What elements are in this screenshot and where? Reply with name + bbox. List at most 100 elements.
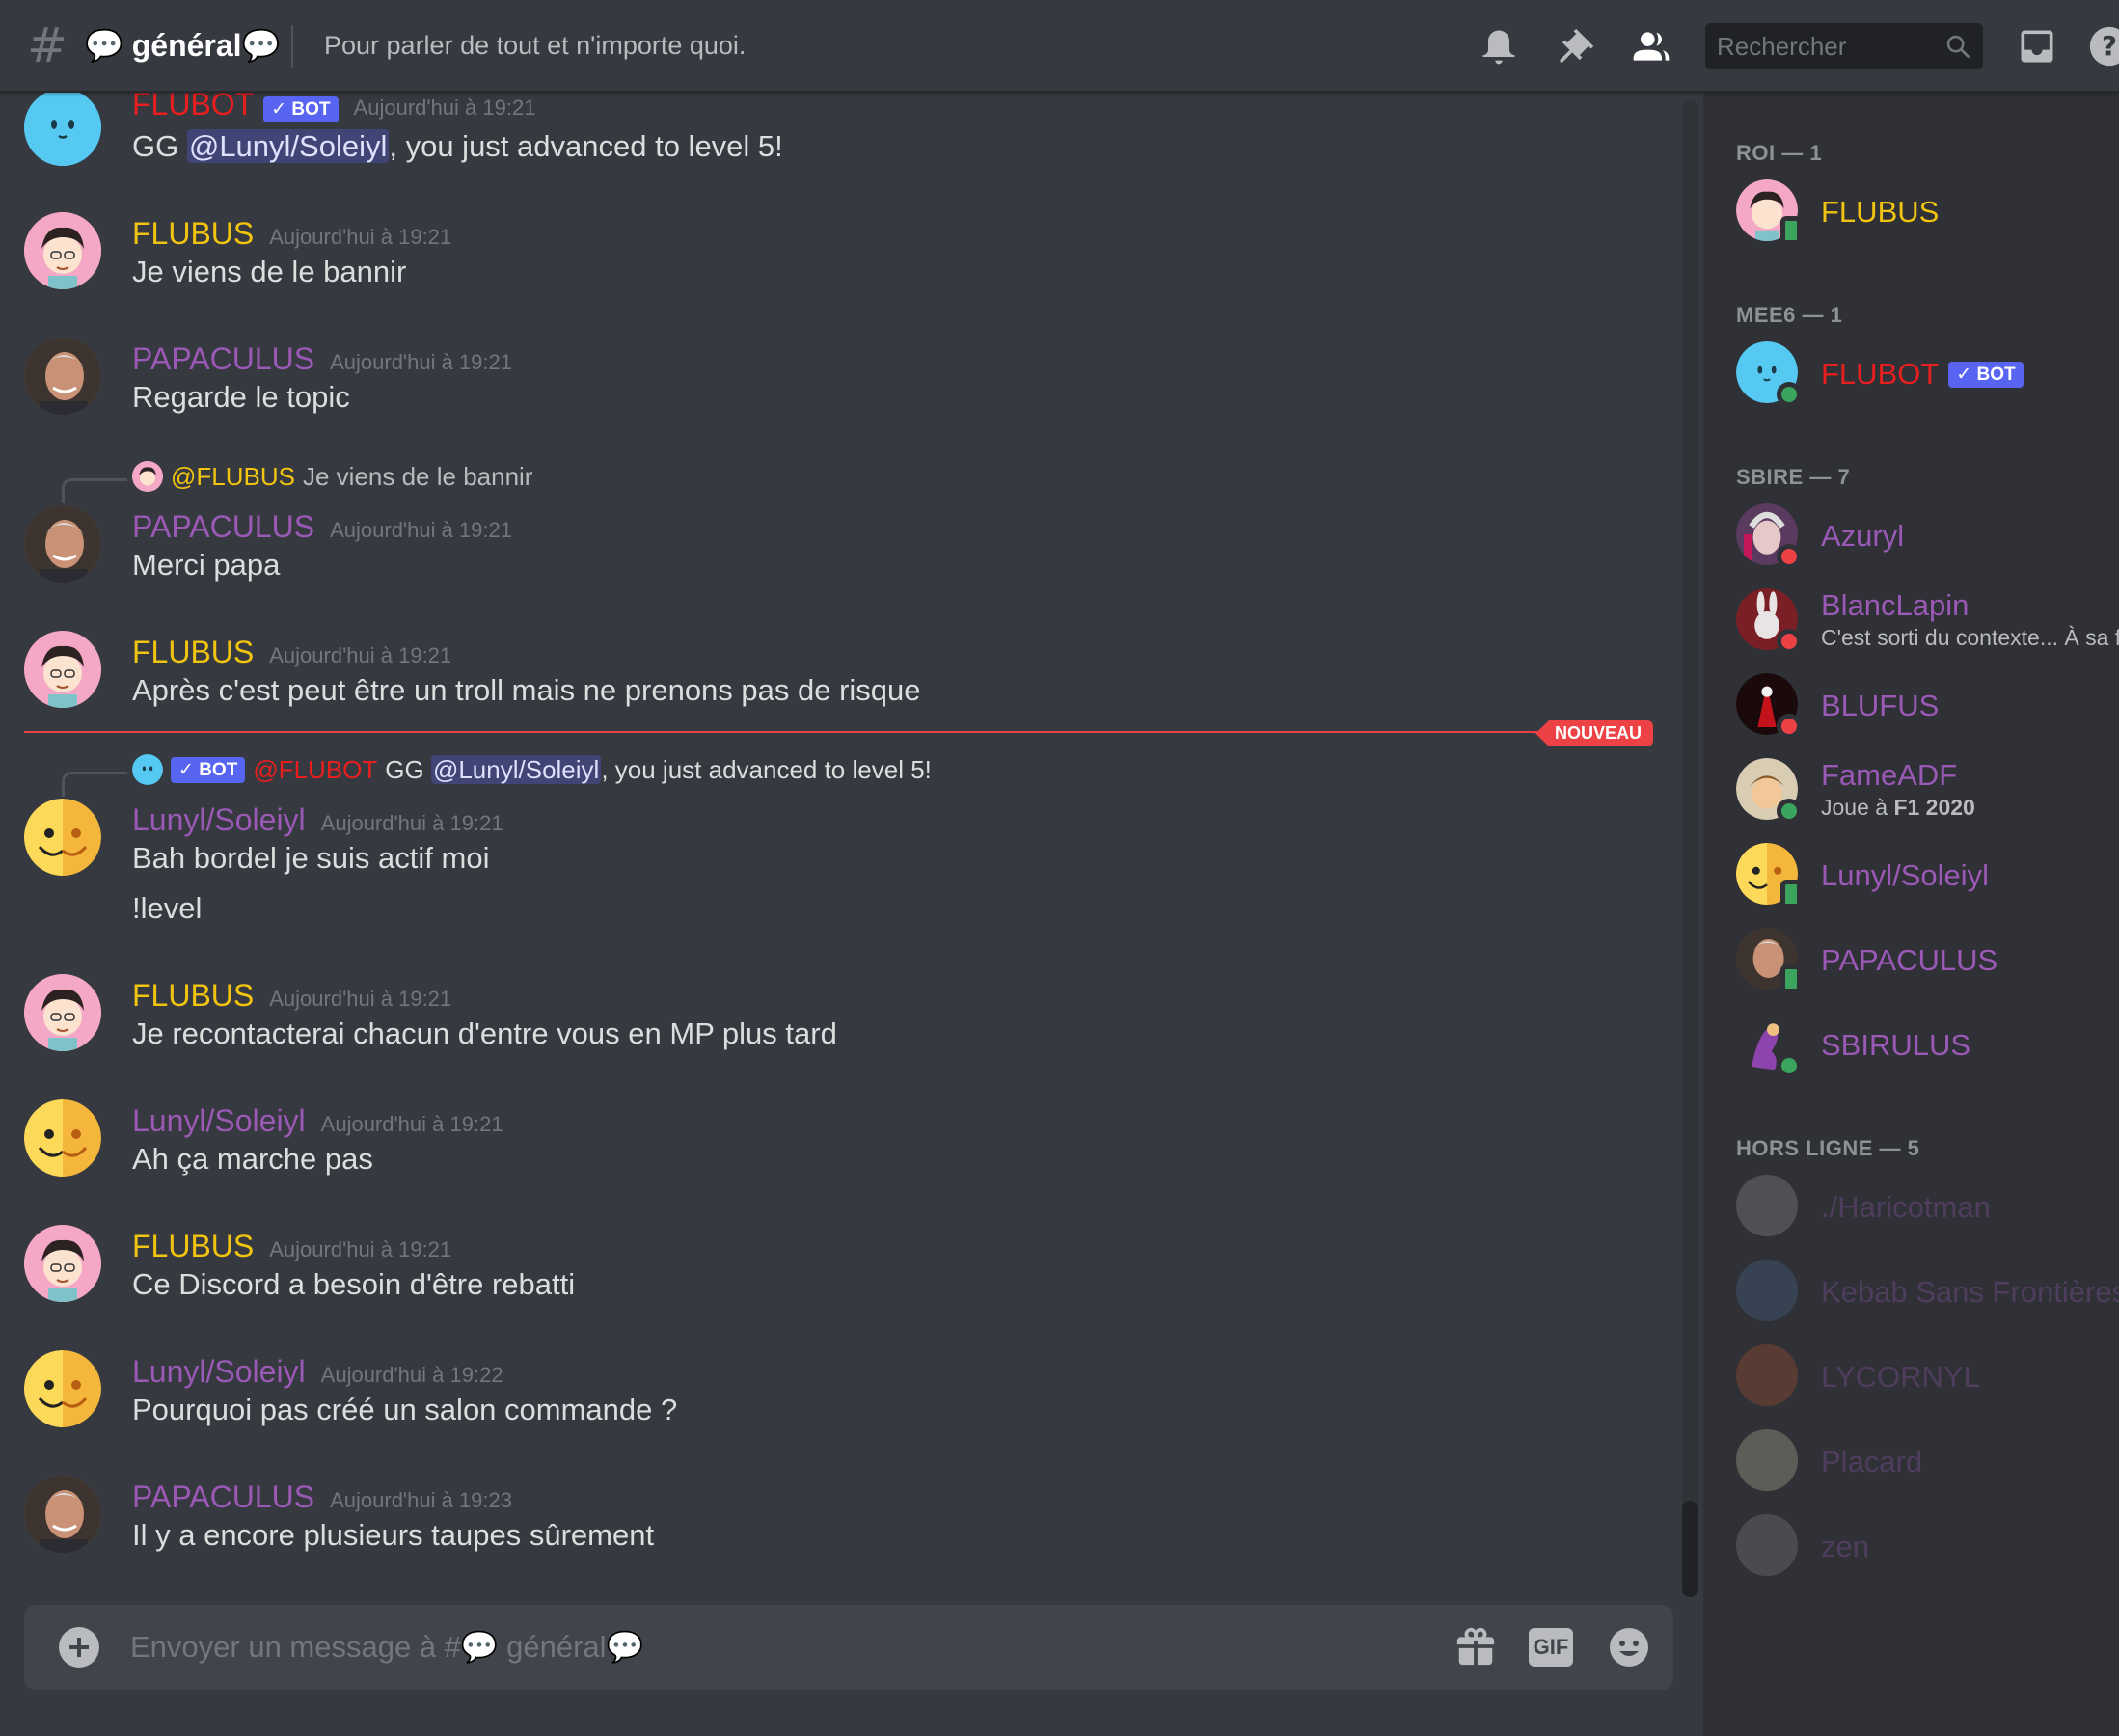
username[interactable]: Lunyl/Soleiyl (132, 1354, 306, 1390)
reply-avatar (132, 754, 163, 785)
avatar (1736, 1514, 1798, 1576)
user-mention[interactable]: @Lunyl/Soleiyl (430, 754, 602, 784)
username[interactable]: Lunyl/Soleiyl (132, 1103, 306, 1139)
username[interactable]: FLUBUS (132, 216, 254, 252)
message-text: Je viens de le bannir (132, 255, 407, 288)
username[interactable]: PAPACULUS (132, 1479, 314, 1515)
photo-face-icon (24, 338, 101, 415)
member-kebab-sans-frontieres[interactable]: Kebab Sans Frontières (1736, 1260, 2119, 1327)
username[interactable]: PAPACULUS (132, 509, 314, 545)
cartoon-face-icon (24, 631, 101, 708)
reply-text: GG @Lunyl/Soleiyl, you just advanced to … (385, 754, 932, 784)
avatar[interactable] (24, 631, 101, 708)
member-azuryl[interactable]: Azuryl (1736, 503, 2119, 571)
message-header: Lunyl/Soleiyl Aujourd'hui à 19:21 (132, 802, 503, 838)
dnd-status-icon (1777, 544, 1802, 569)
add-attachment-button[interactable] (59, 1627, 99, 1668)
bot-badge: ✓ BOT (1948, 362, 2024, 388)
online-status-icon (1777, 1053, 1802, 1078)
dnd-status-icon (1777, 714, 1802, 739)
member-flubus[interactable]: FLUBUS (1736, 179, 2119, 247)
role-header: SBIRE — 7 (1736, 465, 1851, 489)
search-box[interactable] (1705, 23, 1983, 69)
avatar[interactable] (24, 974, 101, 1051)
reply-author[interactable]: @FLUBUS (171, 462, 295, 492)
username[interactable]: Lunyl/Soleiyl (132, 802, 306, 838)
timestamp: Aujourd'hui à 19:23 (330, 1488, 512, 1512)
username[interactable]: FLUBUS (132, 978, 254, 1014)
member-flubot[interactable]: FLUBOT ✓ BOT (1736, 341, 2119, 409)
mobile-status-icon (1780, 880, 1802, 909)
pin-icon[interactable] (1555, 25, 1597, 68)
timestamp: Aujourd'hui à 19:21 (269, 987, 452, 1011)
new-messages-badge: NOUVEAU (1535, 720, 1654, 746)
reply-preview[interactable]: ✓ BOT @FLUBOT GG @Lunyl/Soleiyl, you jus… (132, 754, 932, 785)
avatar[interactable] (24, 799, 101, 876)
timestamp: Aujourd'hui à 19:21 (320, 811, 503, 835)
reply-preview[interactable]: @FLUBUS Je viens de le bannir (132, 461, 532, 492)
bell-icon[interactable] (1478, 25, 1520, 68)
gift-icon[interactable] (1453, 1624, 1498, 1668)
member-fameadf[interactable]: FameADF Joue à F1 2020 (1736, 758, 2119, 826)
custom-status: C'est sorti du contexte... À sa f... (1821, 625, 2119, 650)
avatar[interactable] (24, 93, 101, 166)
member-name: ./Haricotman (1821, 1190, 1991, 1224)
avatar[interactable] (24, 338, 101, 415)
username[interactable]: FLUBUS (132, 635, 254, 670)
members-icon[interactable] (1630, 25, 1672, 68)
message-input[interactable] (130, 1626, 1384, 1668)
username[interactable]: FLUBOT (132, 93, 254, 122)
member-name: FLUBUS (1821, 195, 1940, 229)
avatar[interactable] (24, 1099, 101, 1177)
activity-status: Joue à F1 2020 (1821, 795, 1975, 820)
message-header: PAPACULUS Aujourd'hui à 19:21 (132, 509, 512, 545)
avatar (1736, 1260, 1798, 1321)
member-zen[interactable]: zen (1736, 1514, 2119, 1582)
member-blanclapin[interactable]: BlancLapin C'est sorti du contexte... À … (1736, 588, 2119, 656)
mobile-status-icon (1780, 216, 1802, 245)
avatar[interactable] (24, 212, 101, 289)
member-haricotman[interactable]: ./Haricotman (1736, 1175, 2119, 1242)
timestamp: Aujourd'hui à 19:21 (320, 1112, 503, 1136)
message-header: Lunyl/Soleiyl Aujourd'hui à 19:21 (132, 1103, 503, 1139)
avatar[interactable] (24, 505, 101, 583)
gif-button[interactable]: GIF (1529, 1628, 1573, 1667)
message-header: PAPACULUS Aujourd'hui à 19:21 (132, 341, 512, 377)
emoji-icon[interactable] (1606, 1624, 1652, 1670)
username[interactable]: PAPACULUS (132, 341, 314, 377)
message-text: GG @Lunyl/Soleiyl, you just advanced to … (132, 129, 783, 163)
avatar (1736, 1175, 1798, 1236)
member-sbirulus[interactable]: SBIRULUS (1736, 1013, 2119, 1080)
reply-author[interactable]: @FLUBOT (253, 755, 377, 785)
new-messages-divider (24, 731, 1649, 733)
avatar[interactable] (24, 1476, 101, 1553)
scrollbar-track[interactable] (1682, 100, 1698, 1595)
member-list: ROI — 1 FLUBUS MEE6 — 1 FLUBOT ✓ BOT SBIR… (1703, 93, 2119, 1736)
avatar[interactable] (24, 1225, 101, 1302)
scrollbar-thumb[interactable] (1682, 1501, 1698, 1597)
avatar[interactable] (24, 1350, 101, 1427)
username[interactable]: FLUBUS (132, 1229, 254, 1264)
svg-text:?: ? (2102, 31, 2117, 62)
cartoon-face-icon (24, 974, 101, 1051)
member-name: BlancLapin (1821, 588, 1970, 622)
member-blufus[interactable]: BLUFUS (1736, 673, 2119, 741)
sun-moon-face-icon (24, 1350, 101, 1427)
reply-connector (62, 478, 127, 503)
message-text: Après c'est peut être un troll mais ne p… (132, 673, 921, 707)
member-lunyl-soleiyl[interactable]: Lunyl/Soleiyl (1736, 843, 2119, 910)
member-lycornyl[interactable]: LYCORNYL (1736, 1344, 2119, 1412)
member-placard[interactable]: Placard (1736, 1429, 2119, 1497)
help-icon[interactable]: ? (2088, 25, 2119, 68)
timestamp: Aujourd'hui à 19:21 (330, 350, 512, 374)
user-mention[interactable]: @Lunyl/Soleiyl (186, 129, 390, 163)
member-papaculus[interactable]: PAPACULUS (1736, 928, 2119, 995)
message-text: Regarde le topic (132, 380, 350, 414)
channel-topic[interactable]: Pour parler de tout et n'importe quoi. (324, 31, 746, 61)
search-input[interactable] (1717, 31, 1939, 62)
member-name: LYCORNYL (1821, 1360, 1980, 1394)
member-name: Lunyl/Soleiyl (1821, 858, 1990, 892)
inbox-icon[interactable] (2016, 25, 2058, 68)
mobile-status-icon (1780, 964, 1802, 993)
header-divider (291, 25, 293, 68)
